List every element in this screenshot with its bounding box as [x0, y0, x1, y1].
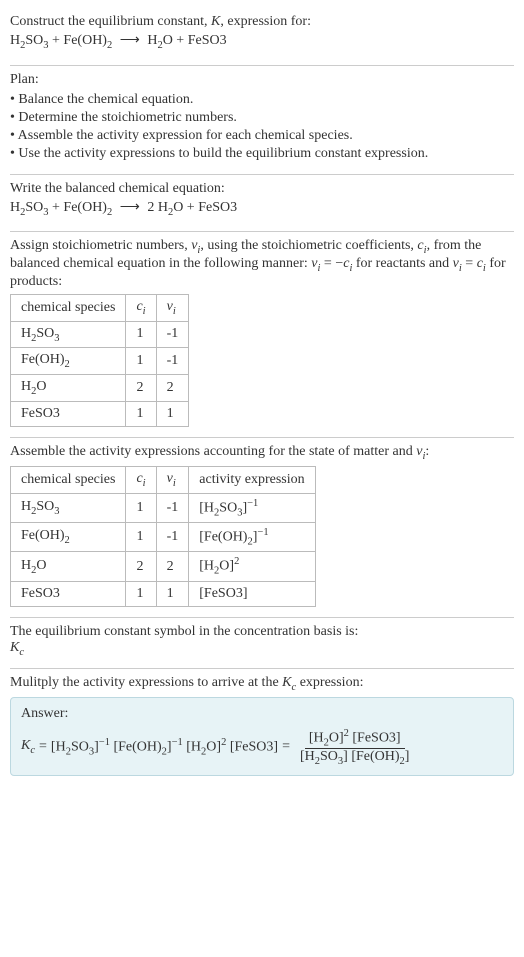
- intro-text: Construct the equilibrium constant, K, e…: [10, 14, 514, 30]
- plan-item: Balance the chemical equation.: [10, 92, 514, 108]
- cell-ci: 1: [126, 348, 156, 375]
- cell-vi: -1: [156, 321, 189, 348]
- multiply-section: Mulitply the activity expressions to arr…: [10, 669, 514, 786]
- fraction-numerator: [H2O]2 [FeSO3]: [305, 728, 405, 749]
- assign-section: Assign stoichiometric numbers, νi, using…: [10, 232, 514, 437]
- cell-species: H2SO3: [11, 493, 126, 522]
- col-vi: νi: [156, 294, 189, 321]
- table-row: H2SO3 1 -1: [11, 321, 189, 348]
- table-header-row: chemical species ci νi activity expressi…: [11, 466, 316, 493]
- cell-vi: -1: [156, 523, 189, 552]
- plan-title: Plan:: [10, 72, 514, 88]
- cell-vi: -1: [156, 493, 189, 522]
- cell-species: H2O: [11, 375, 126, 402]
- fraction-denominator: [H2SO3] [Fe(OH)2]: [296, 749, 413, 767]
- fraction: [H2O]2 [FeSO3] [H2SO3] [Fe(OH)2]: [296, 728, 413, 767]
- table-row: Fe(OH)2 1 -1: [11, 348, 189, 375]
- activity-title: Assemble the activity expressions accoun…: [10, 444, 514, 462]
- symbol-section: The equilibrium constant symbol in the c…: [10, 618, 514, 668]
- plan-item: Use the activity expressions to build th…: [10, 146, 514, 162]
- cell-ci: 1: [126, 581, 156, 606]
- intro-lead: Construct the equilibrium constant,: [10, 14, 211, 29]
- col-ci: ci: [126, 294, 156, 321]
- activity-section: Assemble the activity expressions accoun…: [10, 438, 514, 617]
- cell-vi: 2: [156, 375, 189, 402]
- kc-symbol: Kc: [10, 640, 514, 658]
- cell-activity: [H2O]2: [189, 552, 315, 581]
- assign-para: Assign stoichiometric numbers, νi, using…: [10, 238, 514, 290]
- cell-vi: -1: [156, 348, 189, 375]
- cell-ci: 2: [126, 552, 156, 581]
- intro-section: Construct the equilibrium constant, K, e…: [10, 8, 514, 65]
- balanced-equation: H2SO3 + Fe(OH)2 ⟶ 2 H2O + FeSO3: [10, 197, 514, 222]
- table-row: H2O 2 2: [11, 375, 189, 402]
- table-row: Fe(OH)2 1 -1 [Fe(OH)2]−1: [11, 523, 316, 552]
- col-ci: ci: [126, 466, 156, 493]
- unbalanced-equation: H2SO3 + Fe(OH)2 ⟶ H2O + FeSO3: [10, 30, 514, 55]
- plan-item: Determine the stoichiometric numbers.: [10, 110, 514, 126]
- cell-species: FeSO3: [11, 401, 126, 426]
- cell-species: H2SO3: [11, 321, 126, 348]
- activity-table: chemical species ci νi activity expressi…: [10, 466, 316, 607]
- table-header-row: chemical species ci νi: [11, 294, 189, 321]
- cell-activity: [H2SO3]−1: [189, 493, 315, 522]
- cell-ci: 1: [126, 401, 156, 426]
- col-species: chemical species: [11, 294, 126, 321]
- cell-species: Fe(OH)2: [11, 348, 126, 375]
- cell-vi: 2: [156, 552, 189, 581]
- multiply-title: Mulitply the activity expressions to arr…: [10, 675, 514, 693]
- table-row: FeSO3 1 1 [FeSO3]: [11, 581, 316, 606]
- plan-section: Plan: Balance the chemical equation. Det…: [10, 66, 514, 174]
- table-row: FeSO3 1 1: [11, 401, 189, 426]
- stoich-table: chemical species ci νi H2SO3 1 -1 Fe(OH)…: [10, 294, 189, 427]
- cell-vi: 1: [156, 581, 189, 606]
- cell-species: FeSO3: [11, 581, 126, 606]
- balanced-section: Write the balanced chemical equation: H2…: [10, 175, 514, 232]
- symbol-line1: The equilibrium constant symbol in the c…: [10, 624, 514, 640]
- plan-list: Balance the chemical equation. Determine…: [10, 92, 514, 162]
- table-row: H2O 2 2 [H2O]2: [11, 552, 316, 581]
- cell-species: H2O: [11, 552, 126, 581]
- cell-ci: 1: [126, 523, 156, 552]
- cell-vi: 1: [156, 401, 189, 426]
- cell-species: Fe(OH)2: [11, 523, 126, 552]
- kc-expression: Kc = [H2SO3]−1 [Fe(OH)2]−1 [H2O]2 [FeSO3…: [21, 728, 415, 767]
- cell-activity: [Fe(OH)2]−1: [189, 523, 315, 552]
- intro-lead2: , expression for:: [220, 14, 311, 29]
- plan-item: Assemble the activity expression for eac…: [10, 128, 514, 144]
- cell-ci: 1: [126, 321, 156, 348]
- balanced-title: Write the balanced chemical equation:: [10, 181, 514, 197]
- table-row: H2SO3 1 -1 [H2SO3]−1: [11, 493, 316, 522]
- intro-K: K: [211, 14, 220, 29]
- answer-box: Answer: Kc = [H2SO3]−1 [Fe(OH)2]−1 [H2O]…: [10, 697, 514, 776]
- col-activity: activity expression: [189, 466, 315, 493]
- cell-ci: 2: [126, 375, 156, 402]
- col-species: chemical species: [11, 466, 126, 493]
- answer-label: Answer:: [21, 706, 503, 722]
- cell-ci: 1: [126, 493, 156, 522]
- col-vi: νi: [156, 466, 189, 493]
- cell-activity: [FeSO3]: [189, 581, 315, 606]
